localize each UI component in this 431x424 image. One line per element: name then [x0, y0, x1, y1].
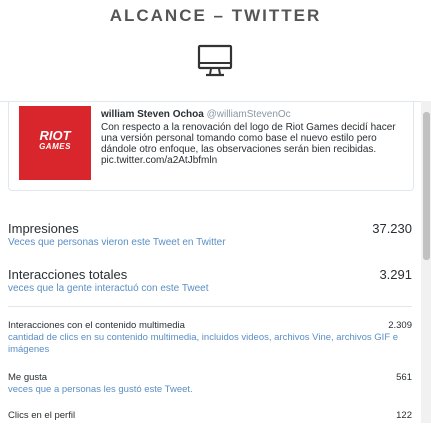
tweet-author[interactable]: william Steven Ochoa @williamStevenOc [101, 109, 291, 120]
monitor-icon [197, 44, 233, 77]
metric-value: 2.309 [388, 320, 412, 331]
tweet-image[interactable]: RIOT GAMES [19, 106, 91, 180]
divider [8, 306, 412, 307]
tweet-card[interactable]: RIOT GAMES william Steven Ochoa @william… [8, 102, 414, 191]
metric-value: 37.230 [372, 221, 412, 236]
scrollbar-thumb[interactable] [423, 112, 430, 260]
metric-label: Me gusta [8, 372, 48, 383]
metric-value: 3.291 [379, 267, 412, 282]
metric-label: Impresiones [8, 221, 79, 236]
analytics-panel[interactable]: RIOT GAMES william Steven Ochoa @william… [0, 101, 421, 424]
author-name[interactable]: william Steven Ochoa [101, 109, 204, 120]
metric-description: cantidad de clics en su contenido multim… [8, 332, 399, 355]
metric-label: Interacciones totales [8, 267, 128, 282]
page-title: ALCANCE – TWITTER [109, 6, 322, 25]
metric-label: Interacciones con el contenido multimedi… [8, 320, 185, 331]
metric-description: veces que la gente interactuó con este T… [8, 283, 209, 294]
metric-label: Clics en el perfil [8, 410, 76, 421]
tweet-text: Con respecto a la renovación del logo de… [101, 122, 396, 166]
metric-description: Veces que personas vieron este Tweet en … [8, 237, 226, 248]
metric-value: 122 [396, 410, 412, 421]
riot-games-logo: RIOT GAMES [39, 128, 71, 151]
author-handle[interactable]: @williamStevenOc [207, 109, 291, 120]
metric-description: veces que a personas les gustó este Twee… [8, 384, 193, 395]
metric-value: 561 [396, 372, 412, 383]
